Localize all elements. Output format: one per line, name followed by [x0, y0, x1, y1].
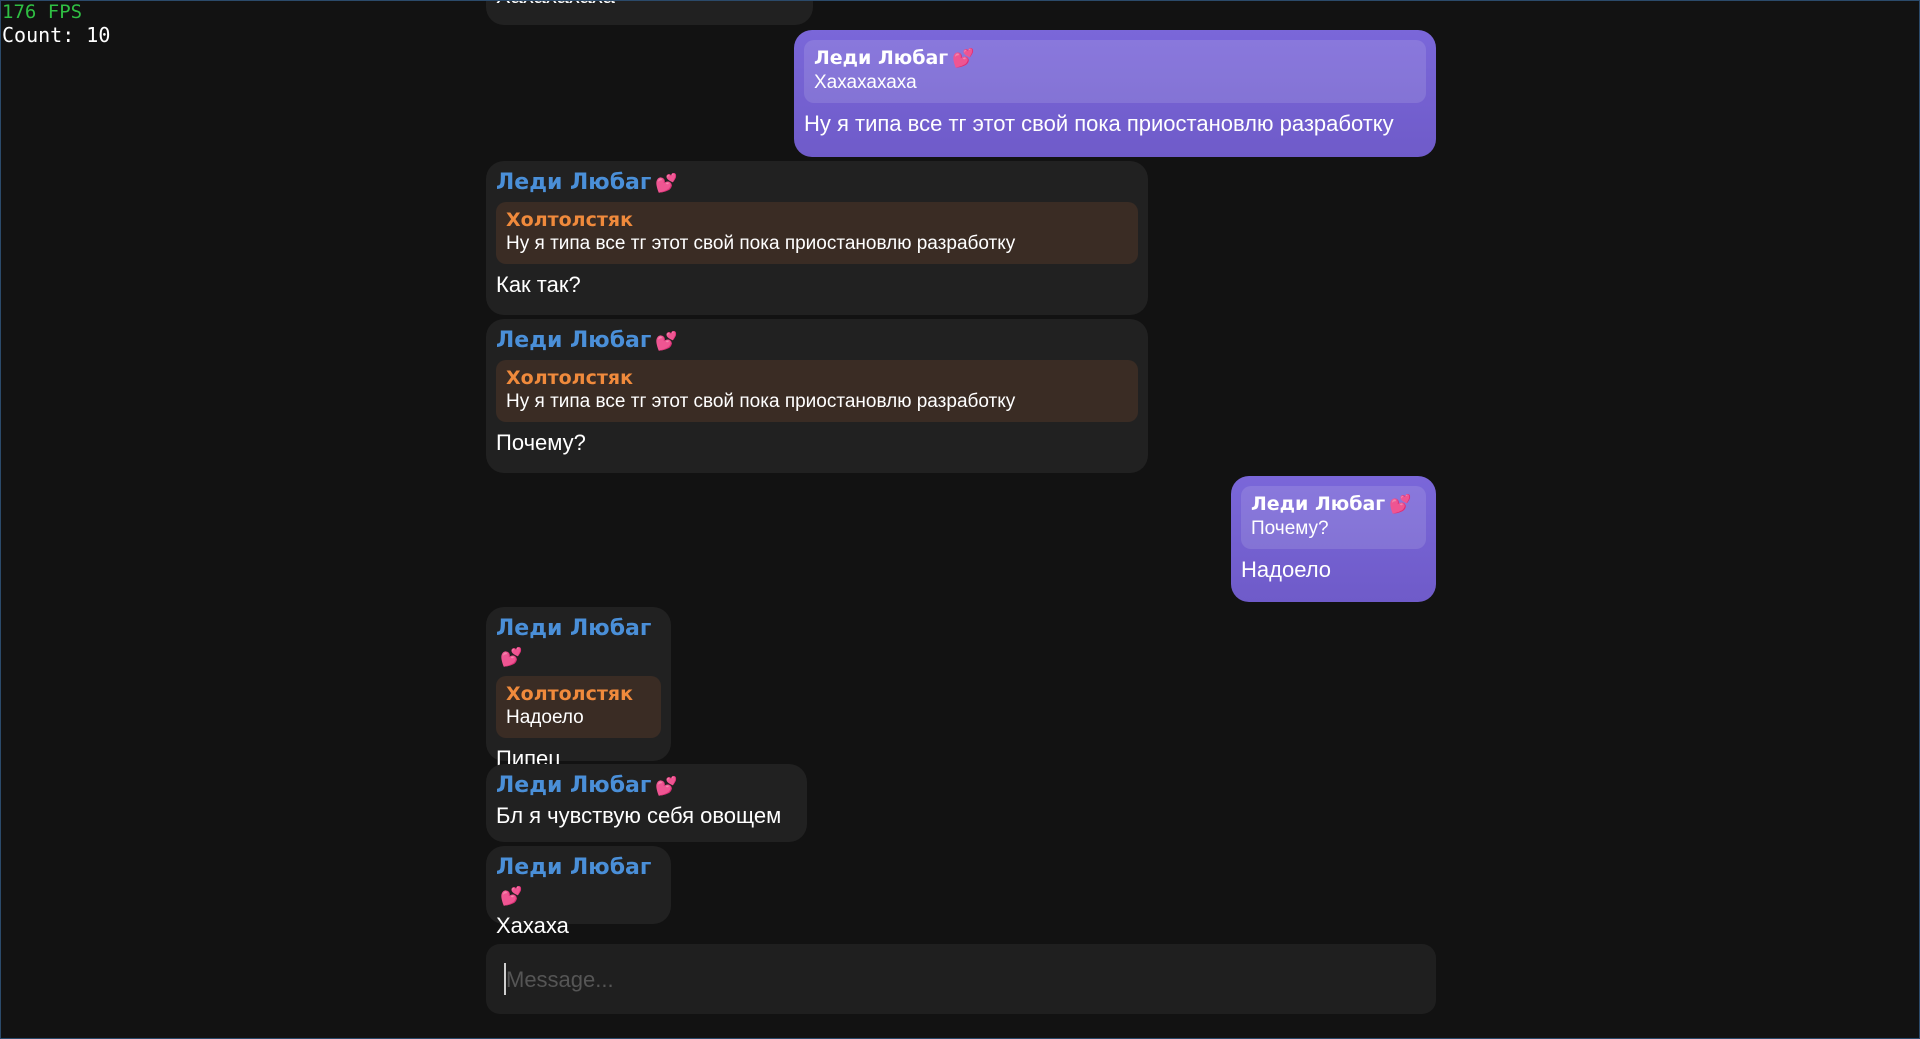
- message-bubble-incoming[interactable]: Леди Любаг 💕 Холтолстяк Ну я типа все тг …: [486, 319, 1148, 473]
- reply-author: Леди Любаг 💕: [814, 46, 1416, 71]
- message-bubble-outgoing[interactable]: Леди Любаг 💕 Почему? Надоело: [1231, 476, 1436, 602]
- hearts-emoji-icon: 💕: [500, 647, 523, 668]
- hearts-emoji-icon: 💕: [952, 48, 975, 69]
- message-count: Count: 10: [2, 23, 111, 47]
- text-caret: [504, 963, 506, 995]
- message-bubble-outgoing[interactable]: Леди Любаг 💕 Хахахахаха Ну я типа все тг …: [794, 30, 1436, 157]
- reply-author-name: Холтолстяк: [506, 683, 633, 705]
- message-sender: Леди Любаг 💕: [496, 615, 661, 672]
- message-composer[interactable]: [486, 944, 1436, 1016]
- message-text: Хахахахаха: [496, 1, 803, 11]
- message-text: Ну я типа все тг этот свой пока приостан…: [804, 111, 1394, 136]
- message-text: Надоело: [1241, 557, 1332, 582]
- message-sender: Леди Любаг💕: [496, 327, 1138, 356]
- message-text: Почему?: [496, 430, 586, 455]
- sender-name[interactable]: Леди Любаг: [496, 616, 651, 641]
- reply-quoted-text: Хахахахаха: [814, 72, 917, 93]
- hearts-emoji-icon: 💕: [1389, 494, 1412, 515]
- reply-preview[interactable]: Холтолстяк Ну я типа все тг этот свой по…: [496, 202, 1138, 264]
- hearts-emoji-icon: 💕: [655, 331, 678, 352]
- reply-preview[interactable]: Леди Любаг 💕 Почему?: [1241, 486, 1426, 549]
- app-window: 176 FPS Count: 10 Хахахахаха Леди Любаг💕…: [0, 0, 1920, 1039]
- message-bubble-incoming[interactable]: Леди Любаг💕 Холтолстяк Надоело Пипец: [486, 607, 671, 771]
- fps-counter: 176 FPS: [2, 1, 83, 23]
- message-bubble-incoming[interactable]: Леди Любаг 💕 Бл я чувствую себя овощем: [486, 764, 807, 842]
- message-text: Хахаха: [496, 913, 569, 938]
- reply-preview[interactable]: Холтолстяк Ну я типа все тг этот свой по…: [496, 360, 1138, 422]
- sender-name[interactable]: Леди Любаг: [496, 855, 651, 880]
- message-bubble-incoming[interactable]: Леди Любаг 💕 Холтолстяк Ну я типа все тг …: [486, 161, 1148, 315]
- message-text: Бл я чувствую себя овощем: [496, 803, 782, 828]
- reply-quoted-text: Почему?: [1251, 518, 1329, 539]
- debug-overlay: 176 FPS Count: 10: [2, 1, 110, 47]
- message-sender: Леди Любаг💕: [496, 169, 1138, 198]
- message-bubble-incoming[interactable]: Леди Любаг 💕 Хахаха: [486, 846, 671, 938]
- sender-name[interactable]: Леди Любаг: [496, 328, 651, 353]
- message-sender: Леди Любаг💕: [496, 772, 797, 801]
- reply-preview[interactable]: Леди Любаг 💕 Хахахахаха: [804, 40, 1426, 103]
- message-sender: Леди Любаг 💕: [496, 854, 661, 911]
- reply-author-name: Холтолстяк: [506, 367, 633, 389]
- reply-author-name: Холтолстяк: [506, 209, 633, 231]
- message-text: Как так?: [496, 272, 581, 297]
- message-bubble-incoming[interactable]: Хахахахаха: [486, 1, 813, 25]
- reply-preview[interactable]: Холтолстяк Надоело: [496, 676, 661, 738]
- reply-quoted-text: Ну я типа все тг этот свой пока приостан…: [506, 233, 1016, 254]
- message-input[interactable]: [504, 944, 1422, 1016]
- hearts-emoji-icon: 💕: [655, 776, 678, 797]
- reply-author: Леди Любаг 💕: [1251, 492, 1416, 517]
- sender-name[interactable]: Леди Любаг: [496, 170, 651, 195]
- hearts-emoji-icon: 💕: [655, 173, 678, 194]
- reply-author-name: Леди Любаг: [814, 47, 949, 69]
- reply-author-name: Леди Любаг: [1251, 493, 1386, 515]
- hearts-emoji-icon: 💕: [500, 886, 523, 907]
- reply-quoted-text: Надоело: [506, 707, 584, 728]
- reply-quoted-text: Ну я типа все тг этот свой пока приостан…: [506, 391, 1016, 412]
- sender-name[interactable]: Леди Любаг: [496, 773, 651, 798]
